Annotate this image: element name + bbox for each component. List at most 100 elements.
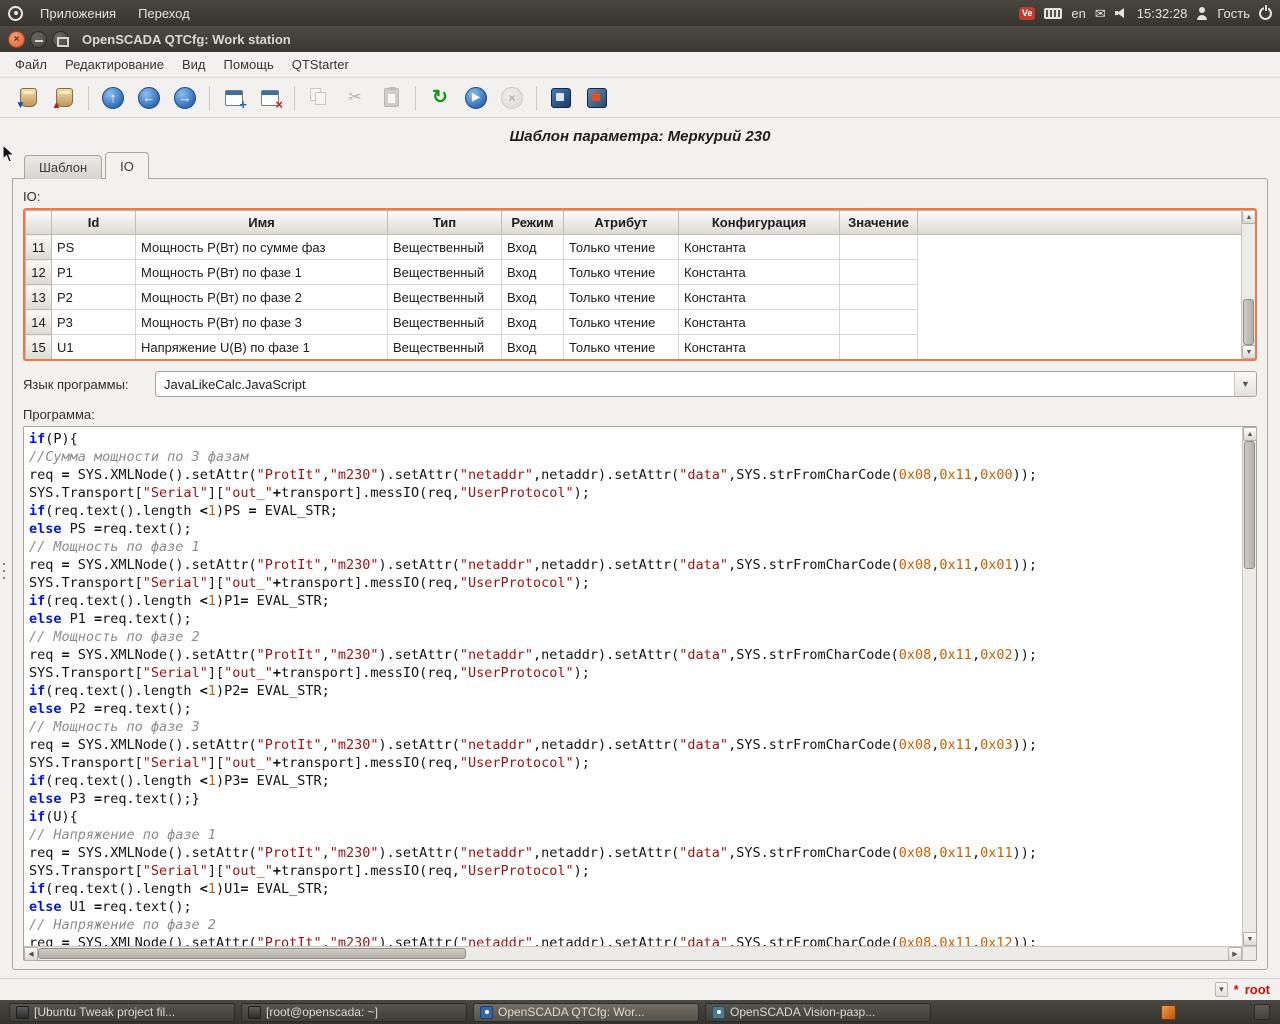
scroll-down-button[interactable]: ▼ <box>1242 345 1256 359</box>
table-row[interactable]: 14P3Мощность P(Вт) по фазе 3Вещественный… <box>26 310 1242 335</box>
table-cell[interactable]: Константа <box>679 235 840 260</box>
table-cell[interactable]: Вещественный <box>388 310 502 335</box>
scroll-track[interactable] <box>1243 441 1256 932</box>
code-line[interactable]: // Мощность по фазе 1 <box>29 538 1242 556</box>
table-cell[interactable]: Только чтение <box>564 310 679 335</box>
table-cell[interactable]: U1 <box>52 335 136 360</box>
code-line[interactable]: if(req.text().length <1)U1= EVAL_STR; <box>29 880 1242 898</box>
save-button[interactable]: ▲ <box>48 82 80 114</box>
table-cell[interactable]: P1 <box>52 260 136 285</box>
code-vertical-scrollbar[interactable]: ▲ ▼ <box>1242 427 1256 946</box>
column-header-mode[interactable]: Режим <box>502 211 564 235</box>
taskbar-item[interactable]: OpenSCADA QTCfg: Wor... <box>473 1003 699 1022</box>
table-cell[interactable]: Вещественный <box>388 235 502 260</box>
session-user-label[interactable]: Гость <box>1217 6 1250 21</box>
menu-edit[interactable]: Редактирование <box>56 53 173 76</box>
volume-icon[interactable] <box>1115 7 1128 19</box>
item-del-button[interactable]: × <box>254 82 286 114</box>
table-cell[interactable]: Мощность P(Вт) по фазе 3 <box>136 310 388 335</box>
code-line[interactable]: else U1 =req.text(); <box>29 898 1242 916</box>
table-cell[interactable]: Только чтение <box>564 335 679 360</box>
code-line[interactable]: //Сумма мощности по 3 фазам <box>29 448 1242 466</box>
up-button[interactable]: ↑ <box>97 82 129 114</box>
table-cell[interactable]: Константа <box>679 310 840 335</box>
code-line[interactable]: if(U){ <box>29 808 1242 826</box>
column-header-id[interactable]: Id <box>52 211 136 235</box>
table-cell[interactable]: Только чтение <box>564 260 679 285</box>
scroll-left-button[interactable]: ◀ <box>24 947 38 961</box>
column-header-value[interactable]: Значение <box>840 211 918 235</box>
code-line[interactable]: req = SYS.XMLNode().setAttr("ProtIt","m2… <box>29 736 1242 754</box>
code-line[interactable]: req = SYS.XMLNode().setAttr("ProtIt","m2… <box>29 844 1242 862</box>
menu-file[interactable]: Файл <box>6 53 56 76</box>
language-combobox[interactable]: JavaLikeCalc.JavaScript ▼ <box>155 371 1257 397</box>
code-line[interactable]: // Напряжение по фазе 2 <box>29 916 1242 934</box>
table-row[interactable]: 13P2Мощность P(Вт) по фазе 2Вещественный… <box>26 285 1242 310</box>
menu-qtstarter[interactable]: QTStarter <box>283 53 358 76</box>
clock-label[interactable]: 15:32:28 <box>1137 6 1188 21</box>
table-row[interactable]: 11PSМощность P(Вт) по сумме фазВеществен… <box>26 235 1242 260</box>
table-cell[interactable] <box>840 285 918 310</box>
status-expander-button[interactable]: ▾ <box>1215 982 1228 997</box>
refresh-button[interactable]: ↻ <box>424 82 456 114</box>
applications-menu[interactable]: Приложения <box>31 2 125 25</box>
table-cell[interactable]: Мощность P(Вт) по фазе 1 <box>136 260 388 285</box>
table-cell[interactable] <box>840 260 918 285</box>
forward-button[interactable]: → <box>169 82 201 114</box>
scroll-down-button[interactable]: ▼ <box>1243 932 1257 946</box>
table-cell[interactable]: Только чтение <box>564 285 679 310</box>
table-cell[interactable]: Вход <box>502 285 564 310</box>
window-close-button[interactable]: × <box>8 31 25 48</box>
code-horizontal-scrollbar[interactable]: ◀ ▶ <box>24 946 1242 960</box>
places-menu[interactable]: Переход <box>129 2 199 25</box>
table-cell[interactable] <box>840 310 918 335</box>
code-line[interactable]: SYS.Transport["Serial"]["out_"+transport… <box>29 862 1242 880</box>
scroll-up-button[interactable]: ▲ <box>1243 427 1257 441</box>
code-line[interactable]: SYS.Transport["Serial"]["out_"+transport… <box>29 574 1242 592</box>
table-cell[interactable]: Вещественный <box>388 285 502 310</box>
scroll-right-button[interactable]: ▶ <box>1228 947 1242 961</box>
table-cell[interactable]: Константа <box>679 335 840 360</box>
code-line[interactable]: req = SYS.XMLNode().setAttr("ProtIt","m2… <box>29 934 1242 946</box>
scroll-thumb[interactable] <box>38 948 466 959</box>
start-button[interactable]: ▶ <box>460 82 492 114</box>
combo-dropdown-icon[interactable]: ▼ <box>1234 372 1256 396</box>
table-cell[interactable]: Вход <box>502 310 564 335</box>
code-line[interactable]: else P3 =req.text();} <box>29 790 1242 808</box>
code-line[interactable]: SYS.Transport["Serial"]["out_"+transport… <box>29 754 1242 772</box>
taskbar-item[interactable]: [root@openscada: ~] <box>241 1003 467 1022</box>
paste-button[interactable] <box>375 82 407 114</box>
code-line[interactable]: // Напряжение по фазе 1 <box>29 826 1242 844</box>
tab-template[interactable]: Шаблон <box>24 155 102 179</box>
taskbar-corner-widget[interactable] <box>1254 1004 1270 1020</box>
code-line[interactable]: if(req.text().length <1)P1= EVAL_STR; <box>29 592 1242 610</box>
table-vertical-scrollbar[interactable]: ▲ ▼ <box>1241 210 1255 359</box>
tray-openscada-icon[interactable] <box>1161 1005 1176 1020</box>
table-cell[interactable]: Константа <box>679 260 840 285</box>
scroll-up-button[interactable]: ▲ <box>1242 210 1256 224</box>
table-cell[interactable]: Только чтение <box>564 235 679 260</box>
column-header-name[interactable]: Имя <box>136 211 388 235</box>
code-line[interactable]: req = SYS.XMLNode().setAttr("ProtIt","m2… <box>29 646 1242 664</box>
table-cell[interactable]: P3 <box>52 310 136 335</box>
table-cell[interactable] <box>840 235 918 260</box>
current-user-label[interactable]: root <box>1245 982 1270 997</box>
vision-module-button[interactable] <box>581 82 613 114</box>
table-cell[interactable]: Вещественный <box>388 335 502 360</box>
ubuntu-logo-icon[interactable] <box>8 6 23 21</box>
taskbar-item[interactable]: [Ubuntu Tweak project fil... <box>9 1003 235 1022</box>
stop-button[interactable]: × <box>496 82 528 114</box>
power-icon[interactable] <box>1259 7 1272 20</box>
code-line[interactable]: if(req.text().length <1)PS = EVAL_STR; <box>29 502 1242 520</box>
mail-icon[interactable]: ✉ <box>1095 7 1106 20</box>
table-cell[interactable]: Константа <box>679 285 840 310</box>
copy-button[interactable] <box>303 82 335 114</box>
table-cell[interactable]: Мощность P(Вт) по фазе 2 <box>136 285 388 310</box>
code-line[interactable]: else P1 =req.text(); <box>29 610 1242 628</box>
code-line[interactable]: req = SYS.XMLNode().setAttr("ProtIt","m2… <box>29 466 1242 484</box>
table-cell[interactable]: Мощность P(Вт) по сумме фаз <box>136 235 388 260</box>
load-button[interactable]: ▼ <box>12 82 44 114</box>
table-cell[interactable]: PS <box>52 235 136 260</box>
input-method-indicator[interactable]: Ve <box>1019 7 1036 20</box>
tree-splitter-handle[interactable] <box>0 118 8 978</box>
